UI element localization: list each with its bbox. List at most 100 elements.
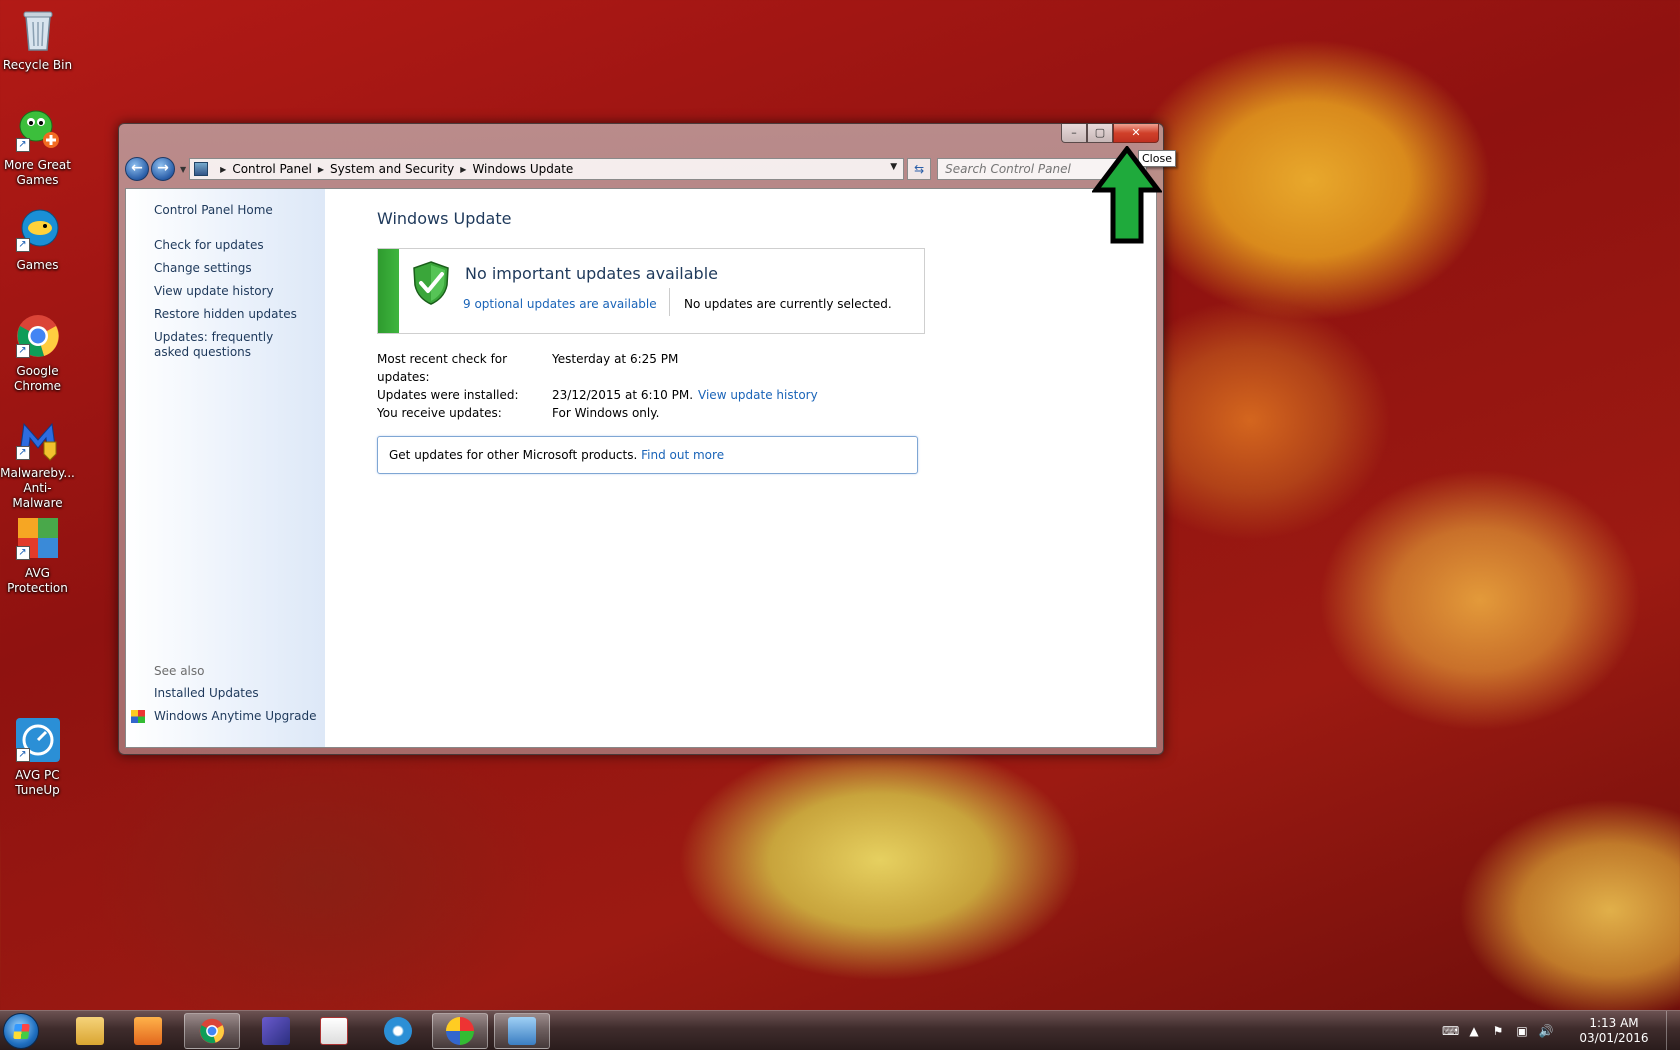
- avg-tuneup-icon: [384, 1017, 412, 1045]
- shortcut-arrow-icon: ↗: [15, 238, 30, 252]
- taskbar-game-app[interactable]: [248, 1013, 304, 1049]
- breadcrumb-separator-icon[interactable]: ▶: [460, 165, 466, 174]
- taskbar-media-player[interactable]: [120, 1013, 176, 1049]
- taskbar-chrome[interactable]: [184, 1013, 240, 1049]
- windows-anytime-upgrade-link[interactable]: Windows Anytime Upgrade: [131, 709, 317, 724]
- taskbar-avg-tuneup[interactable]: [370, 1013, 426, 1049]
- paint-palette-icon: [446, 1017, 474, 1045]
- start-button[interactable]: [3, 1013, 39, 1049]
- caption-buttons: – ▢ ✕: [1061, 124, 1159, 143]
- folder-icon: [76, 1017, 104, 1045]
- update-info-list: Most recent check for updates: Yesterday…: [377, 350, 1156, 422]
- desktop-icon-google-chrome[interactable]: ↗ Google Chrome: [0, 312, 75, 394]
- taskbar-paint[interactable]: [432, 1013, 488, 1049]
- windows-update-window: – ▢ ✕ ← → ▼ ▶ Control Panel ▶ System and…: [118, 123, 1164, 755]
- taskbar: ⌨ ▲ ⚑ ▣ 🔊 1:13 AM 03/01/2016: [0, 1010, 1680, 1050]
- divider: [669, 288, 670, 316]
- desktop-icon-label: AVG PC TuneUp: [15, 768, 60, 797]
- navigation-bar: ← → ▼ ▶ Control Panel ▶ System and Secur…: [125, 156, 1157, 182]
- media-player-icon: [134, 1017, 162, 1045]
- refresh-button[interactable]: ⇆: [907, 158, 932, 180]
- recycle-bin-icon: [14, 6, 62, 54]
- action-center-flag-icon[interactable]: ⚑: [1490, 1023, 1506, 1039]
- green-up-arrow-annotation-icon: [1092, 146, 1162, 244]
- taskbar-solitaire[interactable]: [306, 1013, 362, 1049]
- check-for-updates-link[interactable]: Check for updates: [154, 238, 325, 253]
- address-dropdown-icon[interactable]: ▼: [890, 162, 897, 172]
- address-bar[interactable]: ▶ Control Panel ▶ System and Security ▶ …: [189, 158, 905, 180]
- restore-hidden-updates-link[interactable]: Restore hidden updates: [154, 307, 325, 322]
- back-button[interactable]: ←: [125, 157, 149, 181]
- shortcut-arrow-icon: ↗: [15, 344, 30, 358]
- clock-date: 03/01/2016: [1579, 1031, 1649, 1045]
- optional-updates-link[interactable]: 9 optional updates are available: [463, 297, 657, 311]
- update-status-panel: No important updates available 9 optiona…: [377, 248, 925, 334]
- desktop-icon-malwarebytes[interactable]: ↗ Malwareby... Anti-Malware: [0, 414, 75, 511]
- clock-time: 1:13 AM: [1589, 1016, 1639, 1030]
- desktop-icon-avg-tuneup[interactable]: ↗ AVG PC TuneUp: [0, 716, 75, 798]
- taskbar-explorer[interactable]: [62, 1013, 118, 1049]
- malwarebytes-icon: ↗: [14, 414, 62, 462]
- desktop-icon-games[interactable]: ↗ Games: [0, 206, 75, 273]
- forward-button[interactable]: →: [151, 157, 175, 181]
- breadcrumb-separator-icon[interactable]: ▶: [220, 165, 226, 174]
- info-key: Most recent check for updates:: [377, 352, 508, 384]
- shortcut-arrow-icon: ↗: [15, 446, 30, 460]
- page-title: Windows Update: [377, 209, 512, 228]
- system-tray: ⌨ ▲ ⚑ ▣ 🔊 1:13 AM 03/01/2016: [1438, 1011, 1680, 1050]
- clock[interactable]: 1:13 AM 03/01/2016: [1566, 1016, 1662, 1046]
- selection-status-text: No updates are currently selected.: [684, 297, 892, 311]
- see-also-section: See also Installed Updates Windows Anyti…: [131, 664, 317, 732]
- avg-tuneup-icon: ↗: [14, 716, 62, 764]
- task-pane: Control Panel Home Check for updates Cha…: [126, 189, 325, 747]
- avg-protection-icon: ↗: [14, 514, 62, 562]
- breadcrumb-control-panel[interactable]: Control Panel: [232, 162, 312, 176]
- shortcut-arrow-icon: ↗: [15, 748, 30, 762]
- chrome-icon: ↗: [14, 312, 62, 360]
- maximize-button[interactable]: ▢: [1087, 124, 1113, 143]
- chrome-icon: [199, 1018, 225, 1044]
- find-out-more-link[interactable]: Find out more: [641, 448, 724, 462]
- show-desktop-button[interactable]: [1666, 1011, 1680, 1050]
- desktop-icon-label: More Great Games: [4, 158, 71, 187]
- other-products-text: Get updates for other Microsoft products…: [389, 448, 638, 462]
- desktop-icon-label: Google Chrome: [13, 364, 62, 393]
- status-color-bar: [378, 249, 399, 333]
- see-also-label: See also: [154, 664, 205, 678]
- change-settings-link[interactable]: Change settings: [154, 261, 325, 276]
- installed-updates-link[interactable]: Installed Updates: [154, 686, 317, 701]
- show-hidden-icons-icon[interactable]: ▲: [1466, 1023, 1482, 1039]
- close-button[interactable]: ✕: [1113, 124, 1159, 143]
- desktop-icon-label: Games: [16, 258, 59, 272]
- info-row-installed: Updates were installed: 23/12/2015 at 6:…: [377, 386, 1156, 404]
- shortcut-arrow-icon: ↗: [15, 138, 30, 152]
- keyboard-icon[interactable]: ⌨: [1442, 1023, 1459, 1039]
- refresh-icon: ⇆: [914, 162, 925, 176]
- control-panel-icon: [194, 162, 209, 176]
- desktop-icon-more-great-games[interactable]: ↗ More Great Games: [0, 106, 75, 188]
- desktop-icon-recycle-bin[interactable]: Recycle Bin: [0, 6, 75, 73]
- updates-faq-link[interactable]: Updates: frequently asked questions: [154, 330, 304, 360]
- control-panel-icon: [508, 1017, 536, 1045]
- desktop-icon-label: AVG Protection: [7, 566, 68, 595]
- breadcrumb-system-and-security[interactable]: System and Security: [330, 162, 454, 176]
- view-update-history-link[interactable]: View update history: [154, 284, 325, 299]
- info-key: You receive updates:: [377, 406, 502, 420]
- taskbar-control-panel[interactable]: [494, 1013, 550, 1049]
- main-content: Windows Update No important updates avai…: [325, 189, 1156, 747]
- minimize-button[interactable]: –: [1061, 124, 1087, 143]
- status-title: No important updates available: [465, 264, 718, 283]
- volume-icon[interactable]: 🔊: [1538, 1023, 1554, 1039]
- info-value: For Windows only.: [552, 406, 660, 420]
- shortcut-arrow-icon: ↗: [15, 546, 30, 560]
- desktop-icon-avg-protection[interactable]: ↗ AVG Protection: [0, 514, 75, 596]
- breadcrumb-windows-update[interactable]: Windows Update: [472, 162, 573, 176]
- info-key: Updates were installed:: [377, 388, 519, 402]
- network-icon[interactable]: ▣: [1514, 1023, 1530, 1039]
- recent-pages-dropdown-icon[interactable]: ▼: [180, 165, 186, 174]
- breadcrumb-separator-icon[interactable]: ▶: [318, 165, 324, 174]
- view-update-history-inline-link[interactable]: View update history: [698, 386, 818, 404]
- desktop-icon-label: Recycle Bin: [2, 58, 73, 72]
- client-area: Control Panel Home Check for updates Cha…: [125, 188, 1157, 748]
- control-panel-home-link[interactable]: Control Panel Home: [154, 203, 325, 218]
